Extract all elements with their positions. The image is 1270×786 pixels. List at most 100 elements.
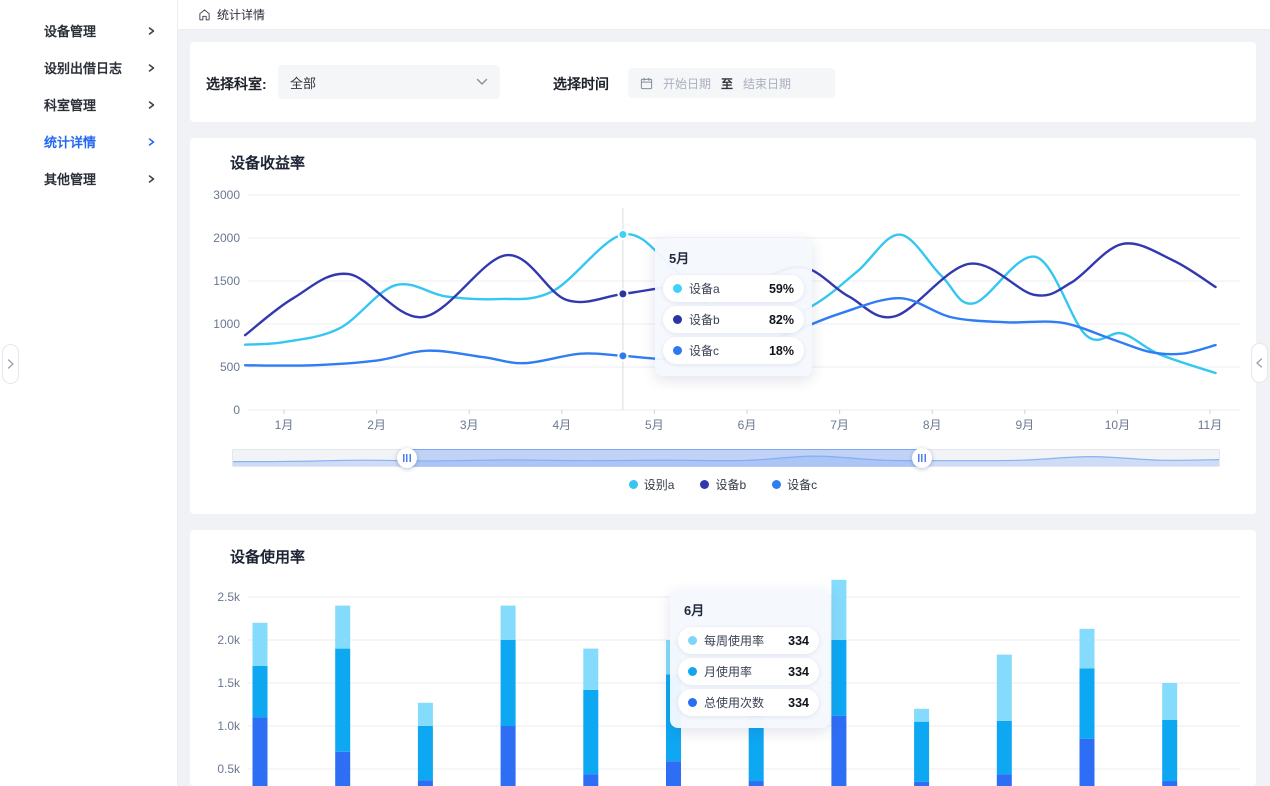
bar-month-10[interactable] [997, 655, 1012, 786]
date-start-input[interactable]: 开始日期 [663, 75, 711, 92]
sidebar-item-3[interactable]: 统计详情 [0, 123, 177, 160]
svg-text:10月: 10月 [1105, 418, 1130, 432]
sidebar: 设备管理设别出借日志科室管理统计详情其他管理 [0, 0, 178, 786]
datazoom-right-handle[interactable] [912, 448, 932, 468]
series-dot-icon [673, 315, 682, 324]
tooltip-row: 月使用率334 [678, 658, 819, 685]
datazoom-left-handle[interactable] [397, 448, 417, 468]
breadcrumb: 统计详情 [178, 0, 1270, 30]
svg-text:1.0k: 1.0k [217, 719, 241, 733]
svg-text:5月: 5月 [645, 418, 664, 432]
series-dot-icon [688, 636, 697, 645]
bar-month-1[interactable] [253, 623, 268, 786]
sidebar-item-1[interactable]: 设别出借日志 [0, 49, 177, 86]
tooltip-series-name: 每周使用率 [704, 632, 788, 649]
legend-dot-icon [772, 480, 781, 489]
usage-tooltip: 6月 每周使用率334月使用率334总使用次数334 [670, 590, 830, 728]
legend-label: 设别a [644, 476, 675, 493]
series-dot-icon [688, 667, 697, 676]
svg-text:1000: 1000 [213, 317, 240, 331]
tooltip-row: 每周使用率334 [678, 627, 819, 654]
tooltip-series-name: 设备b [689, 311, 769, 328]
chevron-right-icon [148, 175, 155, 182]
revenue-tooltip: 5月 设备a59% 设备b82% 设备c18% [655, 238, 812, 376]
bar-month-9[interactable] [914, 709, 929, 786]
sidebar-nav: 设备管理设别出借日志科室管理统计详情其他管理 [0, 12, 177, 197]
tooltip-series-value: 334 [788, 634, 809, 648]
breadcrumb-label: 统计详情 [217, 6, 265, 23]
svg-text:0.5k: 0.5k [217, 762, 241, 776]
svg-text:4月: 4月 [552, 418, 571, 432]
date-range-picker[interactable]: 开始日期 至 结束日期 [628, 68, 835, 98]
grip-icon [403, 454, 411, 462]
tooltip-title: 5月 [669, 248, 804, 267]
chevron-right-icon [148, 138, 155, 145]
legend-dot-icon [700, 480, 709, 489]
chevron-right-icon [148, 64, 155, 71]
chevron-down-icon [476, 78, 488, 86]
sidebar-item-label: 科室管理 [44, 95, 96, 114]
chevron-right-icon [148, 101, 155, 108]
tooltip-series-value: 334 [788, 696, 809, 710]
svg-text:0: 0 [233, 403, 240, 417]
svg-text:500: 500 [220, 360, 240, 374]
chevron-right-icon [148, 27, 155, 34]
svg-text:2.5k: 2.5k [217, 590, 241, 604]
department-label: 选择科室: [206, 74, 267, 94]
tooltip-row: 设备c18% [663, 337, 804, 364]
series-dot-icon [673, 284, 682, 293]
bar-month-8[interactable] [831, 580, 846, 786]
tooltip-title: 6月 [684, 600, 822, 619]
grip-icon [918, 454, 926, 462]
home-icon [198, 8, 211, 21]
legend-item-0[interactable]: 设别a [629, 476, 675, 493]
date-end-input[interactable]: 结束日期 [743, 75, 791, 92]
sidebar-item-label: 设备管理 [44, 21, 96, 40]
svg-text:1.5k: 1.5k [217, 676, 241, 690]
calendar-icon [640, 77, 653, 90]
svg-text:1500: 1500 [213, 274, 240, 288]
tooltip-series-value: 82% [769, 313, 794, 327]
revenue-chart-card: 设备收益率 300020001500100050001月2月3月4月5月6月7月… [190, 138, 1256, 514]
svg-text:2000: 2000 [213, 231, 240, 245]
tooltip-row: 设备a59% [663, 275, 804, 302]
svg-text:9月: 9月 [1015, 418, 1034, 432]
sidebar-item-label: 统计详情 [44, 132, 96, 151]
sidebar-item-0[interactable]: 设备管理 [0, 12, 177, 49]
bar-month-11[interactable] [1080, 629, 1095, 786]
sidebar-expand-button[interactable] [2, 344, 19, 384]
sidebar-item-4[interactable]: 其他管理 [0, 160, 177, 197]
bar-month-2[interactable] [335, 606, 350, 786]
bar-month-5[interactable] [583, 649, 598, 786]
svg-text:7月: 7月 [830, 418, 849, 432]
datazoom-selected-range[interactable] [407, 449, 922, 467]
tooltip-row: 设备b82% [663, 306, 804, 333]
tooltip-series-name: 总使用次数 [704, 694, 788, 711]
bar-month-12[interactable] [1162, 683, 1177, 786]
tooltip-series-name: 设备a [689, 280, 769, 297]
tooltip-row: 总使用次数334 [678, 689, 819, 716]
sidebar-item-2[interactable]: 科室管理 [0, 86, 177, 123]
legend-label: 设备c [787, 476, 817, 493]
svg-text:2.0k: 2.0k [217, 633, 241, 647]
svg-text:11月: 11月 [1198, 418, 1222, 432]
series-dot-icon [688, 698, 697, 707]
sidebar-item-label: 其他管理 [44, 169, 96, 188]
bar-month-3[interactable] [418, 703, 433, 786]
tooltip-series-value: 334 [788, 665, 809, 679]
revenue-legend: 设别a 设备b 设备c [190, 476, 1256, 493]
date-separator: 至 [721, 75, 733, 92]
legend-item-2[interactable]: 设备c [772, 476, 817, 493]
bar-month-4[interactable] [501, 606, 516, 786]
tooltip-series-name: 设备c [689, 342, 769, 359]
sidebar-item-label: 设别出借日志 [44, 58, 122, 77]
legend-item-1[interactable]: 设备b [700, 476, 746, 493]
svg-text:3000: 3000 [213, 188, 240, 202]
usage-chart-card: 设备使用率 2.5k2.0k1.5k1.0k0.5k 6月 每周使用率334月使… [190, 530, 1256, 786]
tooltip-series-value: 59% [769, 282, 794, 296]
panel-collapse-button[interactable] [1251, 343, 1268, 383]
legend-label: 设备b [715, 476, 746, 493]
department-select[interactable]: 全部 [278, 65, 500, 99]
tooltip-series-name: 月使用率 [704, 663, 788, 680]
datazoom-slider[interactable] [232, 449, 1220, 467]
